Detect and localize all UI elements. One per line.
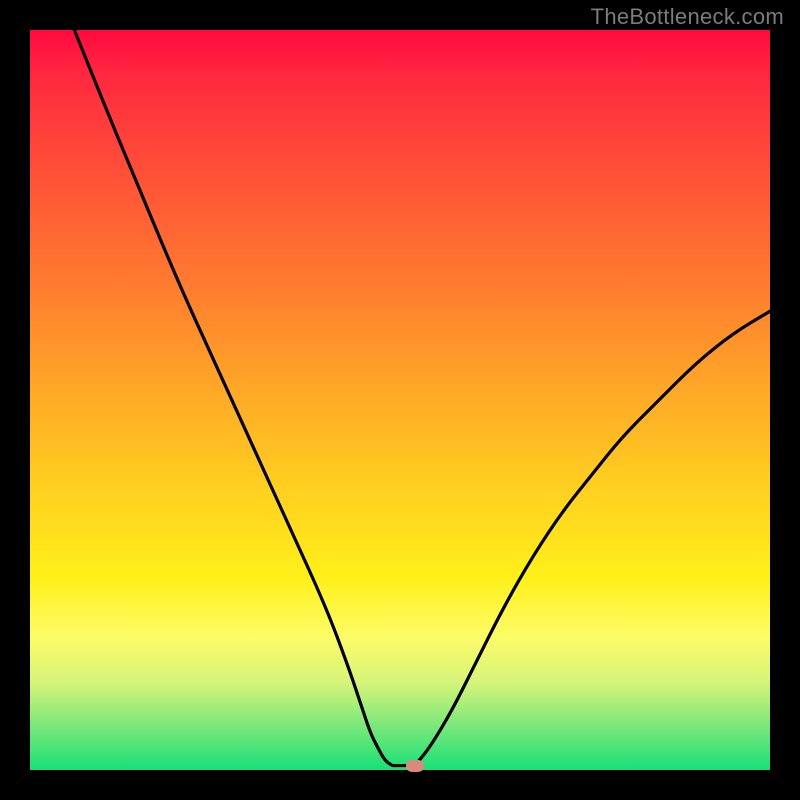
plot-area [30,30,770,770]
watermark-text: TheBottleneck.com [591,4,784,30]
chart-frame: TheBottleneck.com [0,0,800,800]
bottleneck-curve [30,30,770,770]
minimum-marker [406,760,424,772]
